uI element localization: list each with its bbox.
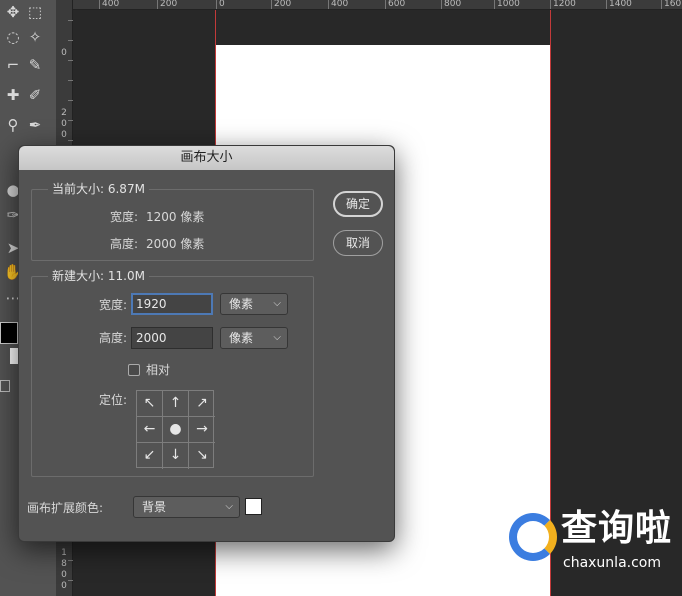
anchor-top-left[interactable]: ↖ [137, 391, 163, 417]
hruler-label: 400 [102, 0, 120, 9]
current-width-label: 宽度: [109, 210, 138, 224]
arrow-up-icon: ↑ [169, 395, 182, 411]
dot-icon: ● [169, 421, 182, 437]
marquee-tool-icon[interactable]: ⬚ [24, 2, 46, 22]
new-width-label: 宽度: [98, 298, 127, 312]
chevron-down-icon: ⌵ [273, 298, 281, 309]
crop-tool-icon[interactable]: ⌐ [2, 55, 24, 75]
arrow-down-right-icon: ↘ [196, 447, 208, 463]
anchor-top[interactable]: ↑ [163, 391, 189, 417]
anchor-label: 定位: [98, 393, 127, 407]
anchor-bottom-right[interactable]: ↘ [189, 443, 215, 469]
new-height-label: 高度: [98, 331, 127, 345]
anchor-bottom[interactable]: ↓ [163, 443, 189, 469]
brush-tool-icon[interactable]: ✐ [24, 85, 46, 105]
ok-button[interactable]: 确定 [333, 191, 383, 217]
hruler-label: 600 [388, 0, 406, 9]
ext-color-swatch[interactable] [245, 498, 262, 515]
watermark-logo-icon [509, 513, 557, 561]
eyedropper-tool-icon[interactable]: ✎ [24, 55, 46, 75]
anchor-bottom-left[interactable]: ↙ [137, 443, 163, 469]
relative-checkbox[interactable] [128, 364, 140, 376]
hruler-label: 200 [160, 0, 178, 9]
current-height-value: 2000 像素 [146, 237, 205, 251]
hruler-label: 1200 [553, 0, 576, 9]
anchor-center[interactable]: ● [163, 417, 189, 443]
height-input[interactable] [131, 327, 213, 349]
watermark-text: 查询啦 [561, 508, 673, 549]
height-unit-select[interactable]: 像素 ⌵ [220, 327, 288, 349]
anchor-left[interactable]: ← [137, 417, 163, 443]
quick-mask-icon[interactable] [0, 380, 10, 392]
hruler-label: 800 [444, 0, 462, 9]
chevron-down-icon: ⌵ [225, 501, 233, 512]
ext-color-select[interactable]: 背景 ⌵ [133, 496, 240, 518]
new-size-title: 新建大小: 11.0M [48, 268, 149, 284]
arrow-right-icon: → [196, 421, 208, 437]
ext-color-value: 背景 [142, 500, 167, 514]
right-guide[interactable] [550, 10, 551, 596]
canvas-size-dialog: 画布大小 当前大小: 6.87M 宽度: 1200 像素 高度: 2000 像素… [18, 145, 395, 542]
vruler-label: 1 [61, 548, 67, 558]
arrow-up-left-icon: ↖ [143, 395, 156, 411]
hruler-label: 1000 [497, 0, 520, 9]
watermark-url: chaxunla.com [563, 555, 661, 571]
relative-label: 相对 [146, 363, 171, 377]
hruler-label: 1400 [609, 0, 632, 9]
cancel-button[interactable]: 取消 [333, 230, 383, 256]
anchor-grid: ↖ ↑ ↗ ← ● → ↙ ↓ ↘ [136, 390, 215, 469]
hruler-label: 0 [219, 0, 225, 9]
height-unit-value: 像素 [229, 331, 254, 345]
healing-brush-tool-icon[interactable]: ✚ [2, 85, 24, 105]
width-unit-select[interactable]: 像素 ⌵ [220, 293, 288, 315]
stamp-tool-icon[interactable]: ⚲ [2, 115, 24, 135]
ext-color-label: 画布扩展颜色: [27, 501, 104, 515]
hruler-label: 160 [664, 0, 682, 9]
background-color-swatch[interactable] [10, 348, 18, 364]
dialog-title: 画布大小 [19, 146, 394, 170]
chevron-down-icon: ⌵ [273, 332, 281, 343]
current-height-label: 高度: [109, 237, 138, 251]
width-input[interactable] [131, 293, 213, 315]
vruler-label: 0 [61, 581, 67, 591]
current-size-title: 当前大小: 6.87M [48, 181, 149, 197]
arrow-down-left-icon: ↙ [143, 447, 156, 463]
arrow-left-icon: ← [143, 421, 156, 437]
current-width-value: 1200 像素 [146, 210, 205, 224]
history-brush-tool-icon[interactable]: ✒ [24, 115, 46, 135]
magic-wand-tool-icon[interactable]: ✧ [24, 27, 46, 47]
arrow-down-icon: ↓ [169, 447, 182, 463]
hruler-label: 400 [331, 0, 349, 9]
move-tool-icon[interactable]: ✥ [2, 2, 24, 22]
horizontal-ruler: 400 200 0 200 400 600 800 1000 1200 1400… [73, 0, 682, 10]
foreground-color-swatch[interactable] [0, 322, 18, 344]
anchor-right[interactable]: → [189, 417, 215, 443]
hruler-label: 200 [274, 0, 292, 9]
arrow-up-right-icon: ↗ [196, 395, 208, 411]
current-size-group: 当前大小: 6.87M 宽度: 1200 像素 高度: 2000 像素 [31, 181, 314, 261]
anchor-top-right[interactable]: ↗ [189, 391, 215, 417]
width-unit-value: 像素 [229, 297, 254, 311]
vruler-label: 0 [61, 48, 67, 58]
vruler-label: 2 [61, 108, 67, 118]
lasso-tool-icon[interactable]: ◌ [2, 27, 24, 47]
